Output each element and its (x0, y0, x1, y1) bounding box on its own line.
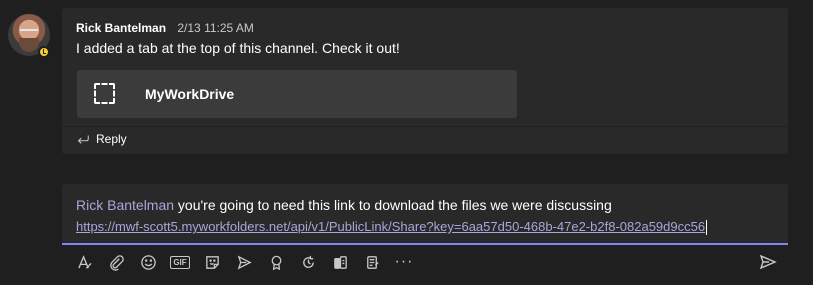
stream-icon (333, 255, 347, 269)
author-name[interactable]: Rick Bantelman (76, 21, 166, 35)
praise-icon (271, 255, 281, 270)
reply-label: Reply (96, 132, 127, 146)
emoji-button[interactable] (132, 250, 164, 274)
avatar-glasses (20, 29, 38, 33)
gif-button[interactable]: GIF (164, 250, 196, 274)
avatar-beard (19, 38, 39, 52)
message-header: Rick Bantelman 2/13 11:25 AM (76, 21, 254, 35)
more-options-button[interactable]: ··· (388, 250, 420, 274)
loop-button[interactable] (292, 250, 324, 274)
meet-now-button[interactable] (228, 250, 260, 274)
forms-icon (366, 255, 379, 269)
reply-button[interactable]: Reply (76, 132, 127, 146)
compose-link[interactable]: https://mwf-scott5.myworkfolders.net/api… (76, 219, 705, 234)
compose-text: you're going to need this link to downlo… (174, 197, 612, 213)
message-body: I added a tab at the top of this channel… (76, 40, 400, 56)
gif-icon: GIF (170, 255, 190, 269)
tab-card-title: MyWorkDrive (145, 86, 235, 102)
text-caret (706, 219, 708, 235)
app-placeholder-icon (94, 83, 115, 104)
compose-toolbar: GIF ··· (62, 250, 788, 274)
meet-now-icon (237, 255, 252, 269)
attach-icon (109, 254, 124, 271)
send-icon (759, 254, 777, 270)
reply-icon (77, 135, 89, 144)
message-post: Rick Bantelman 2/13 11:25 AM I added a t… (62, 8, 788, 154)
forms-button[interactable] (356, 250, 388, 274)
format-icon (77, 254, 92, 269)
status-away-icon (38, 46, 50, 58)
stream-button[interactable] (324, 250, 356, 274)
reply-divider (62, 126, 788, 127)
more-options-icon: ··· (394, 253, 414, 270)
send-button[interactable] (752, 250, 784, 274)
sticker-icon (205, 255, 219, 269)
praise-button[interactable] (260, 250, 292, 274)
mention-tag[interactable]: Rick Bantelman (76, 197, 174, 213)
compose-box[interactable]: Rick Bantelman you're going to need this… (62, 184, 788, 245)
message-timestamp: 2/13 11:25 AM (177, 21, 254, 35)
attach-button[interactable] (100, 250, 132, 274)
emoji-icon (140, 254, 156, 270)
sticker-button[interactable] (196, 250, 228, 274)
format-button[interactable] (68, 250, 100, 274)
tab-card[interactable]: MyWorkDrive (77, 70, 517, 118)
loop-icon (302, 255, 314, 268)
